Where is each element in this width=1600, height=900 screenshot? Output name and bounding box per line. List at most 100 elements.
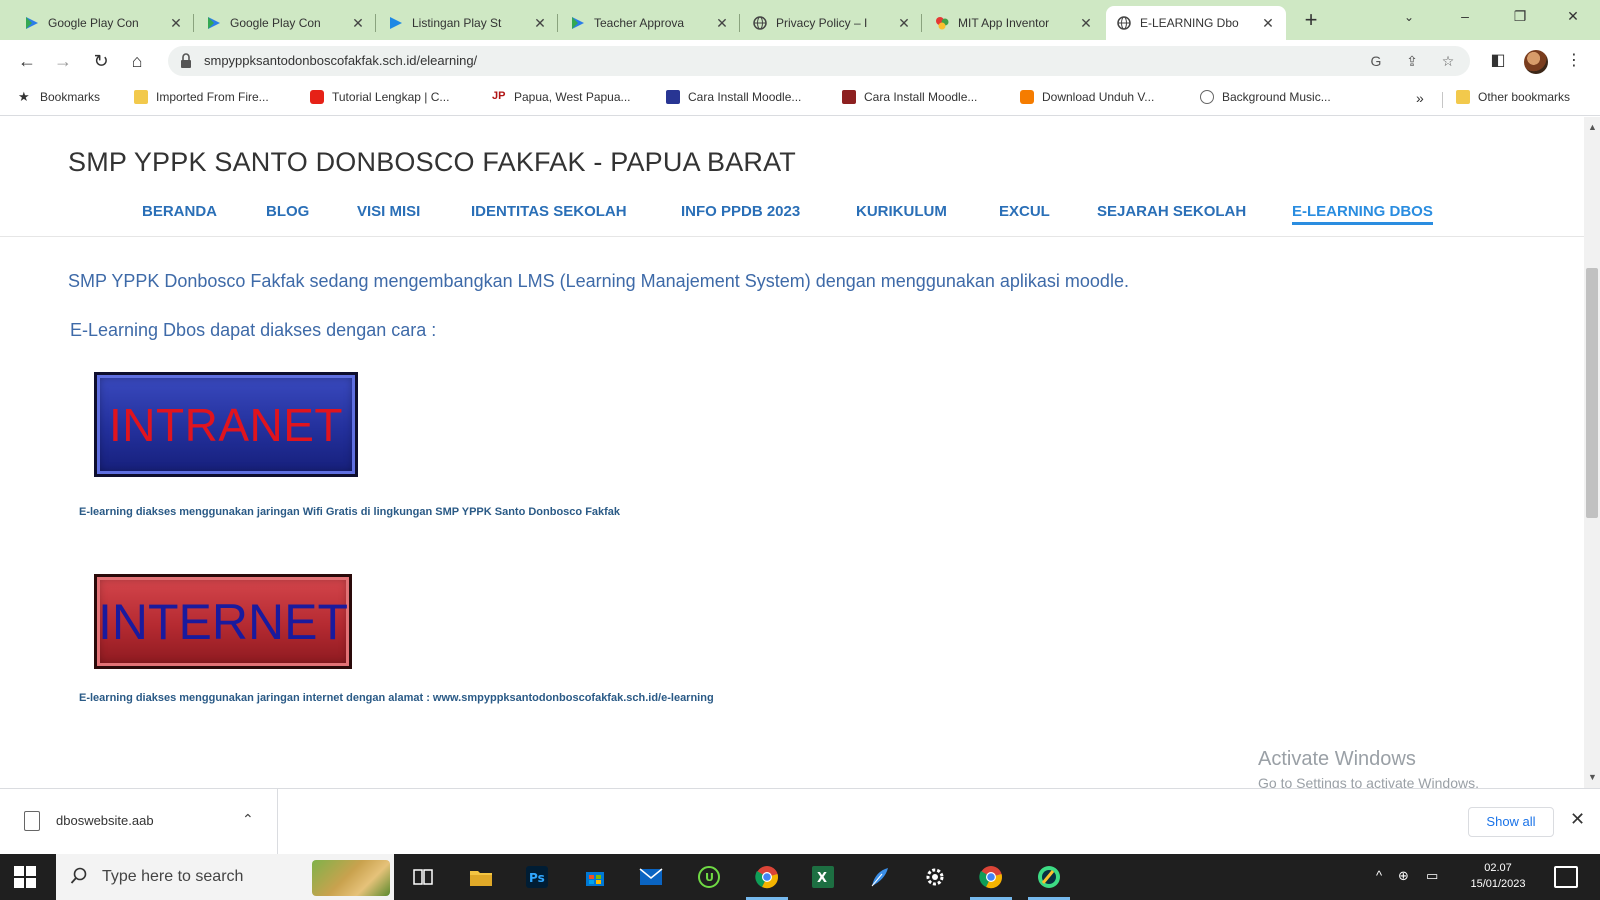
profile-avatar[interactable]	[1524, 50, 1548, 74]
youtube-icon	[310, 90, 324, 104]
watermark-title: Activate Windows	[1258, 748, 1416, 770]
other-bookmarks[interactable]: Other bookmarks	[1456, 90, 1570, 104]
chrome-icon[interactable]	[746, 862, 788, 900]
web-page: SMP YPPK SANTO DONBOSCO FAKFAK - PAPUA B…	[0, 117, 1584, 788]
feather-app-icon[interactable]	[864, 862, 894, 892]
task-view-icon[interactable]	[408, 862, 438, 892]
globe-icon	[752, 15, 768, 31]
app-inventor-icon	[934, 15, 950, 31]
tab-mit-app-inventor[interactable]: MIT App Inventor ✕	[924, 6, 1104, 40]
forward-arrow-icon[interactable]: →	[50, 49, 76, 73]
minimize-icon[interactable]: –	[1450, 8, 1480, 24]
download-filename: dboswebsite.aab	[56, 813, 154, 828]
excel-icon[interactable]: X	[808, 862, 838, 892]
intranet-caption: E-learning diakses menggunakan jaringan …	[79, 506, 621, 518]
close-download-bar-icon[interactable]: ✕	[1570, 809, 1585, 830]
close-tab-icon[interactable]: ✕	[1078, 15, 1094, 32]
internet-button-label: INTERNET	[98, 593, 348, 650]
tab-search-chevron-icon[interactable]: ⌄	[1404, 10, 1414, 24]
close-tab-icon[interactable]: ✕	[714, 15, 730, 32]
microsoft-store-icon[interactable]	[580, 862, 610, 892]
tray-chevron-up-icon[interactable]: ^	[1376, 868, 1382, 883]
network-icon[interactable]: ⊕	[1398, 868, 1409, 884]
system-clock[interactable]: 02.07 15/01/2023	[1462, 860, 1534, 892]
tab-play-store-listing[interactable]: Listingan Play St ✕	[378, 6, 558, 40]
bookmark-label: Papua, West Papua...	[514, 90, 631, 104]
home-icon[interactable]: ⌂	[124, 49, 150, 73]
search-icon	[70, 867, 87, 884]
scroll-up-arrow-icon[interactable]: ▲	[1588, 122, 1597, 132]
share-icon[interactable]: ⇪	[1404, 53, 1420, 69]
windows-start-icon[interactable]	[14, 866, 36, 888]
bookmark-item[interactable]: Download Unduh V...	[1020, 90, 1154, 104]
tab-strip: Google Play Con ✕ Google Play Con ✕ List…	[0, 0, 1600, 40]
tab-google-play-console-1[interactable]: Google Play Con ✕	[14, 6, 194, 40]
close-tab-icon[interactable]: ✕	[896, 15, 912, 32]
scrollbar-thumb[interactable]	[1586, 268, 1598, 518]
bookmark-label: Bookmarks	[40, 90, 101, 104]
bookmark-item[interactable]: Background Music...	[1200, 90, 1331, 104]
tab-privacy-policy[interactable]: Privacy Policy – I ✕	[742, 6, 922, 40]
site-logo-icon	[842, 90, 856, 104]
globe-icon	[1200, 90, 1214, 104]
bookmark-item[interactable]: ★ Bookmarks	[18, 90, 101, 105]
bookmark-item[interactable]: JP Papua, West Papua...	[492, 90, 631, 104]
address-bar[interactable]: smpyppksantodonboscofakfak.sch.id/elearn…	[168, 46, 1470, 76]
show-all-button[interactable]: Show all	[1468, 807, 1554, 837]
more-menu-icon[interactable]: ⋮	[1564, 51, 1584, 71]
nav-identitas-sekolah[interactable]: IDENTITAS SEKOLAH	[471, 203, 627, 220]
bookmark-item[interactable]: Cara Install Moodle...	[666, 90, 801, 104]
android-studio-icon[interactable]	[1028, 862, 1070, 900]
bookmark-label: Tutorial Lengkap | C...	[332, 90, 450, 104]
intranet-button[interactable]: INTRANET	[94, 372, 358, 477]
play-console-icon	[570, 15, 586, 31]
new-tab-button[interactable]: +	[1298, 8, 1324, 34]
nav-info-ppdb[interactable]: INFO PPDB 2023	[681, 203, 800, 220]
lock-icon	[181, 53, 191, 68]
nav-e-learning-dbos[interactable]: E-LEARNING DBOS	[1292, 203, 1433, 225]
chrome-profile-icon[interactable]	[970, 862, 1012, 900]
close-tab-icon[interactable]: ✕	[532, 15, 548, 32]
restore-icon[interactable]: ❐	[1505, 8, 1535, 25]
tab-title: MIT App Inventor	[958, 16, 1050, 30]
internet-caption[interactable]: E-learning diakses menggunakan jaringan …	[79, 692, 714, 704]
site-title[interactable]: SMP YPPK SANTO DONBOSCO FAKFAK - PAPUA B…	[68, 147, 796, 178]
upwork-icon[interactable]: U	[694, 862, 724, 892]
internet-button[interactable]: INTERNET	[94, 574, 352, 669]
bookmark-item[interactable]: Imported From Fire...	[134, 90, 269, 104]
google-lens-icon[interactable]: G	[1368, 53, 1384, 69]
nav-excul[interactable]: EXCUL	[999, 203, 1050, 220]
taskbar-search-box[interactable]: Type here to search	[56, 854, 394, 900]
bookmark-star-icon[interactable]: ☆	[1440, 53, 1456, 69]
settings-gear-icon[interactable]	[920, 862, 950, 892]
notification-center-icon[interactable]	[1554, 866, 1578, 888]
close-tab-icon[interactable]: ✕	[350, 15, 366, 32]
bookmark-item[interactable]: Cara Install Moodle...	[842, 90, 977, 104]
browser-toolbar: ← → ↻ ⌂ smpyppksantodonboscofakfak.sch.i…	[0, 40, 1600, 82]
battery-icon[interactable]: ▭	[1426, 868, 1438, 884]
nav-visi-misi[interactable]: VISI MISI	[357, 203, 420, 220]
bookmark-item[interactable]: Tutorial Lengkap | C...	[310, 90, 449, 104]
nav-sejarah-sekolah[interactable]: SEJARAH SEKOLAH	[1097, 203, 1246, 220]
svg-text:U: U	[705, 871, 714, 884]
reload-icon[interactable]: ↻	[88, 49, 114, 73]
tab-teacher-approval[interactable]: Teacher Approva ✕	[560, 6, 740, 40]
tab-google-play-console-2[interactable]: Google Play Con ✕	[196, 6, 376, 40]
more-bookmarks-chevron-icon[interactable]: »	[1416, 90, 1424, 106]
close-tab-icon[interactable]: ✕	[1260, 15, 1276, 32]
scroll-down-arrow-icon[interactable]: ▼	[1588, 772, 1597, 782]
tab-e-learning-dbos[interactable]: E-LEARNING Dbo ✕	[1106, 6, 1286, 40]
chevron-up-icon[interactable]: ⌃	[242, 811, 254, 828]
photoshop-icon[interactable]: Ps	[522, 862, 552, 892]
back-arrow-icon[interactable]: ←	[14, 49, 40, 73]
close-window-icon[interactable]: ✕	[1558, 8, 1588, 25]
nav-beranda[interactable]: BERANDA	[142, 203, 217, 220]
file-explorer-icon[interactable]	[466, 862, 496, 892]
side-panel-icon[interactable]: ◧	[1488, 51, 1508, 71]
close-tab-icon[interactable]: ✕	[168, 15, 184, 32]
nav-blog[interactable]: BLOG	[266, 203, 309, 220]
nav-kurikulum[interactable]: KURIKULUM	[856, 203, 947, 220]
mail-icon[interactable]	[636, 862, 666, 892]
search-placeholder: Type here to search	[102, 868, 244, 885]
download-item[interactable]: dboswebsite.aab ⌃	[0, 789, 278, 855]
